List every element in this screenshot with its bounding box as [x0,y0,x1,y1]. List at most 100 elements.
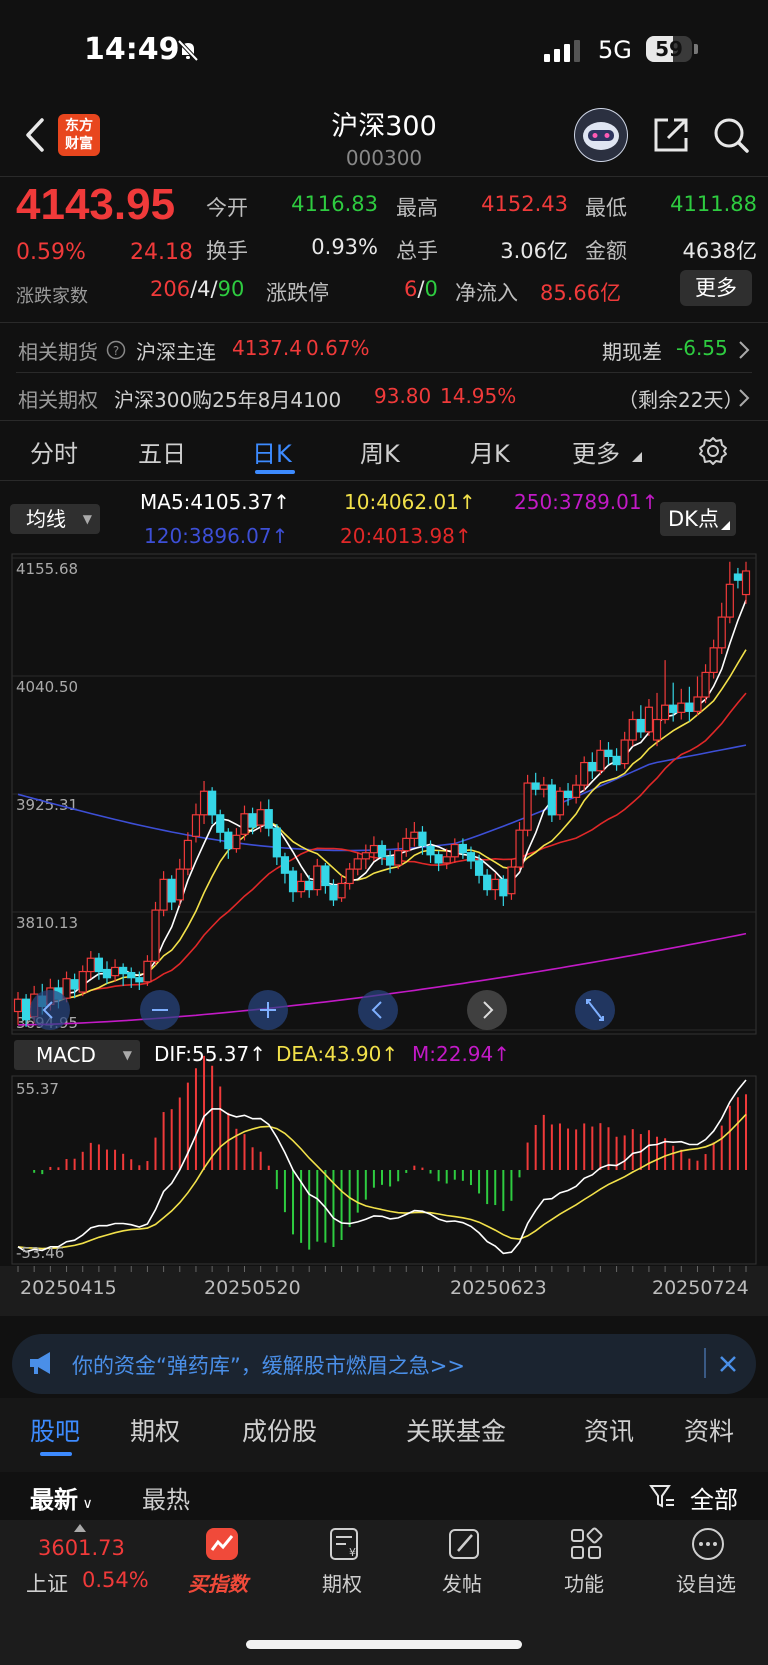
zoom-in-icon[interactable] [248,990,288,1030]
indicator-select-ma[interactable]: 均线 ▼ [10,504,100,534]
indicator-select-macd[interactable]: MACD ▼ [14,1040,140,1070]
candle [143,955,152,986]
candle [531,772,540,796]
sh-index-pct[interactable]: 0.54% [82,1568,149,1592]
candle [288,867,298,902]
eastmoney-logo[interactable]: 东方 财富 [58,114,100,156]
nav-options[interactable]: 期权 [322,1568,362,1597]
ma250-value: 250:3789.01↑ [514,490,659,514]
candle [580,756,589,792]
options-remaining: （剩余22天） [618,388,744,412]
candle [280,852,290,884]
ma10-value: 10:4062.01↑ [344,490,476,514]
options-price: 93.80 [374,384,432,408]
candle [709,639,718,679]
step-right-icon[interactable] [467,990,507,1030]
nav-post[interactable]: 发帖 [442,1568,482,1597]
step-left-icon[interactable] [358,990,398,1030]
candle-body [701,671,710,698]
nav-features[interactable]: 功能 [564,1568,604,1597]
dif-value: DIF:55.37↑ [154,1042,267,1066]
open-label: 今开 [206,196,248,220]
candle-body [693,696,702,712]
back-arrow-icon[interactable] [22,116,48,154]
banner-text[interactable]: 你的资金“弹药库”，缓解股市燃眉之急>> [72,1350,465,1380]
options-label: 相关期权 [18,388,98,412]
battery-nub [694,44,698,54]
filter-icon[interactable] [648,1482,676,1510]
kline-chart[interactable]: 4155.684040.503925.313810.133694.95 55.3… [0,548,768,1328]
dk-point-button[interactable]: DK点 [660,502,736,536]
candle-body [62,978,71,999]
y-axis-label: 3810.13 [16,914,78,932]
banner-divider [704,1348,706,1378]
tab-constituents[interactable]: 成份股 [242,1412,317,1448]
tab-related-funds[interactable]: 关联基金 [406,1412,506,1448]
futures-price: 4137.4 [232,336,302,360]
futures-pct: 0.67% [306,336,370,360]
chevron-right-icon [739,389,750,407]
related-options-row[interactable]: 相关期权 沪深300购25年8月4100 93.80 14.95% （剩余22天… [0,376,768,424]
candle-body [361,852,370,860]
candle-body [612,755,621,766]
compose-icon[interactable] [446,1526,482,1562]
fullscreen-icon[interactable] [575,990,615,1030]
high-value: 4152.43 [481,192,568,216]
candle-body [183,839,192,870]
candle-body [175,868,184,901]
candle-body [628,718,637,741]
candle-body [555,790,565,816]
sh-index-name[interactable]: 上证 [26,1568,68,1598]
tab-daily-k[interactable]: 日K [252,434,292,469]
quote-divider [0,322,768,323]
candle [240,805,249,841]
candle [563,783,573,806]
grid-apps-icon[interactable] [568,1526,604,1562]
tab-intraday[interactable]: 分时 [30,434,78,469]
tab-guba[interactable]: 股吧 [30,1412,80,1448]
basis-value: -6.55 [676,336,728,360]
sort-hot[interactable]: 最热 [142,1480,190,1515]
open-value: 4116.83 [291,192,378,216]
share-icon[interactable] [652,116,690,154]
zoom-out-icon[interactable] [140,990,180,1030]
options-doc-icon[interactable]: ¥ [326,1526,362,1562]
nav-buy-index[interactable]: 买指数 [188,1568,248,1597]
candle-body [13,998,23,1013]
amount-label: 金额 [585,239,627,263]
more-dots-icon[interactable] [690,1526,726,1562]
candle [612,748,621,771]
candle [410,821,419,847]
candle-body [191,814,201,837]
tab-profile[interactable]: 资料 [684,1412,734,1448]
nav-watchlist[interactable]: 设自选 [676,1568,736,1597]
help-icon[interactable]: ? [106,340,126,360]
buy-index-icon[interactable] [204,1526,240,1562]
scroll-left-icon[interactable] [30,990,70,1030]
sh-index-price[interactable]: 3601.73 [38,1536,125,1560]
candle [644,699,654,736]
sort-latest[interactable]: 最新 ∨ [30,1480,93,1515]
tab-five-day[interactable]: 五日 [138,434,186,469]
futures-name: 沪深主连 [136,340,216,364]
tab-options[interactable]: 期权 [130,1412,180,1448]
candle [297,873,306,898]
candle-body [102,968,112,979]
candle [733,567,743,589]
related-futures-row[interactable]: 相关期货 ? 沪深主连 4137.4 0.67% 期现差 -6.55 [0,328,768,376]
m-value: M:22.94↑ [412,1042,511,1066]
tab-weekly-k[interactable]: 周K [360,434,400,469]
settings-gear-icon[interactable] [698,436,728,466]
more-quote-button[interactable]: 更多 [680,270,752,306]
close-icon[interactable] [718,1354,738,1374]
filter-all[interactable]: 全部 [690,1480,738,1515]
candle [483,869,492,896]
ai-assistant-avatar[interactable] [574,108,628,162]
candle-body [256,809,265,826]
tab-monthly-k[interactable]: 月K [470,434,510,469]
candle [175,858,184,906]
tab-more[interactable]: 更多 [572,434,620,469]
search-icon[interactable] [712,116,750,154]
candle [652,692,662,747]
tab-news[interactable]: 资讯 [584,1412,634,1448]
